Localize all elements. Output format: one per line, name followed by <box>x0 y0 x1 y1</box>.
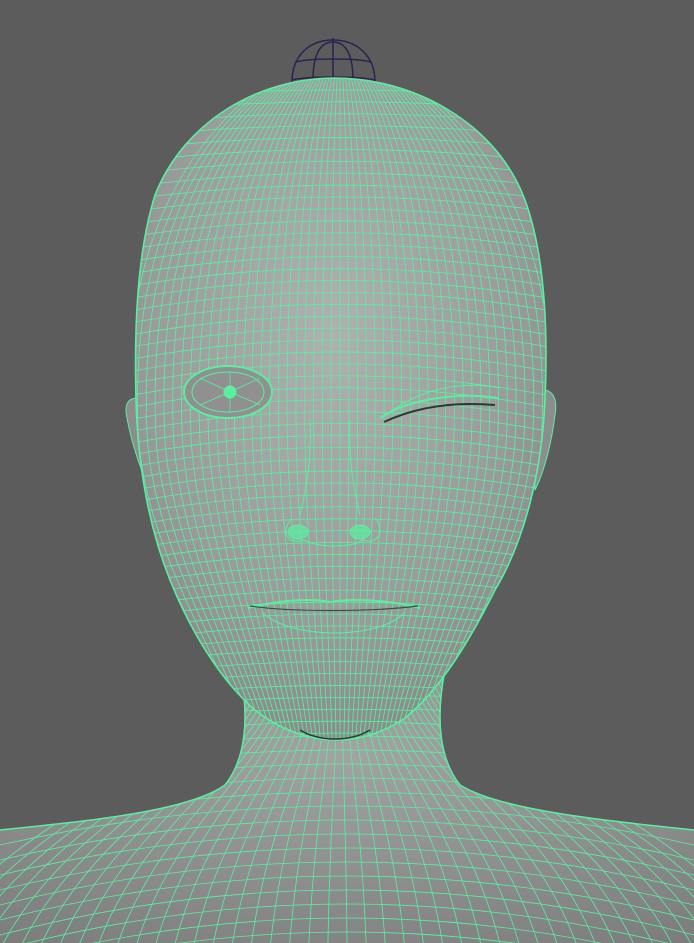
left-eye[interactable] <box>183 365 273 419</box>
modeling-viewport[interactable] <box>0 0 694 943</box>
viewport-scene[interactable] <box>0 0 694 943</box>
